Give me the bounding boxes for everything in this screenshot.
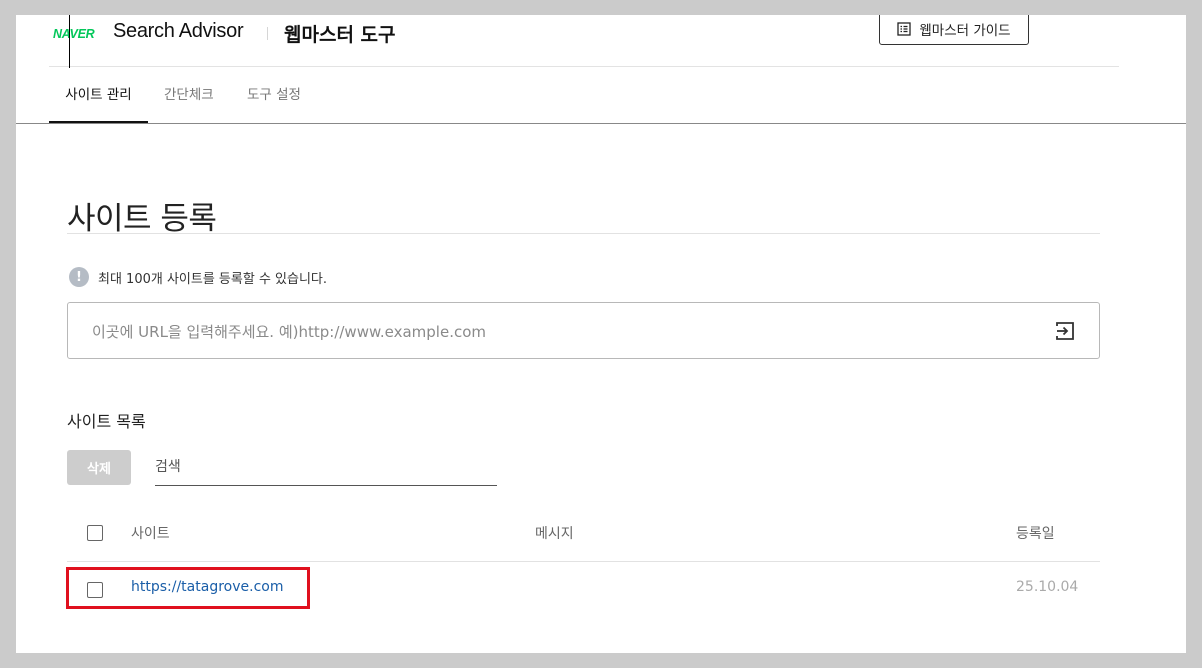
highlight-box (66, 567, 310, 609)
column-header-message[interactable]: 메시지 (535, 523, 574, 543)
tab-tool-settings[interactable]: 도구 설정 (247, 67, 301, 123)
title-divider (67, 233, 1100, 234)
tab-simple-check[interactable]: 간단체크 (164, 67, 214, 123)
table-header-divider (67, 561, 1100, 562)
tab-label: 도구 설정 (247, 87, 301, 103)
site-list-title: 사이트 목록 (67, 412, 146, 431)
naver-logo[interactable]: NAVER (53, 27, 95, 41)
column-header-site[interactable]: 사이트 (131, 523, 170, 543)
webmaster-guide-button[interactable]: 웹마스터 가이드 (879, 15, 1029, 45)
tab-label: 간단체크 (164, 87, 214, 103)
page-title: 사이트 등록 (67, 200, 217, 237)
enter-icon[interactable] (1054, 320, 1076, 342)
info-text: 최대 100개 사이트를 등록할 수 있습니다. (98, 271, 328, 287)
guide-button-label: 웹마스터 가이드 (919, 22, 1011, 39)
search-field (155, 450, 497, 486)
tool-title[interactable]: 웹마스터 도구 (284, 20, 396, 47)
page: NAVER Search Advisor 웹마스터 도구 웹마스터 가이드 사이… (16, 15, 1186, 653)
nav-divider (16, 123, 1186, 124)
tab-label: 사이트 관리 (65, 87, 132, 103)
header: NAVER Search Advisor 웹마스터 도구 웹마스터 가이드 (16, 15, 1186, 67)
registration-date: 25.10.04 (1016, 579, 1079, 595)
text-cursor (69, 15, 70, 68)
select-all-checkbox[interactable] (87, 525, 103, 541)
logo-divider (267, 27, 268, 40)
search-input[interactable] (155, 450, 497, 483)
url-input[interactable] (90, 303, 1014, 360)
delete-button[interactable]: 삭제 (67, 450, 131, 485)
tab-site-management[interactable]: 사이트 관리 (49, 67, 148, 123)
document-list-icon (897, 21, 912, 36)
info-notice: ! 최대 100개 사이트를 등록할 수 있습니다. (69, 267, 327, 287)
product-name[interactable]: Search Advisor (113, 20, 244, 43)
column-header-date[interactable]: 등록일 (1016, 523, 1055, 543)
info-icon: ! (69, 267, 89, 287)
url-input-box (67, 302, 1100, 360)
